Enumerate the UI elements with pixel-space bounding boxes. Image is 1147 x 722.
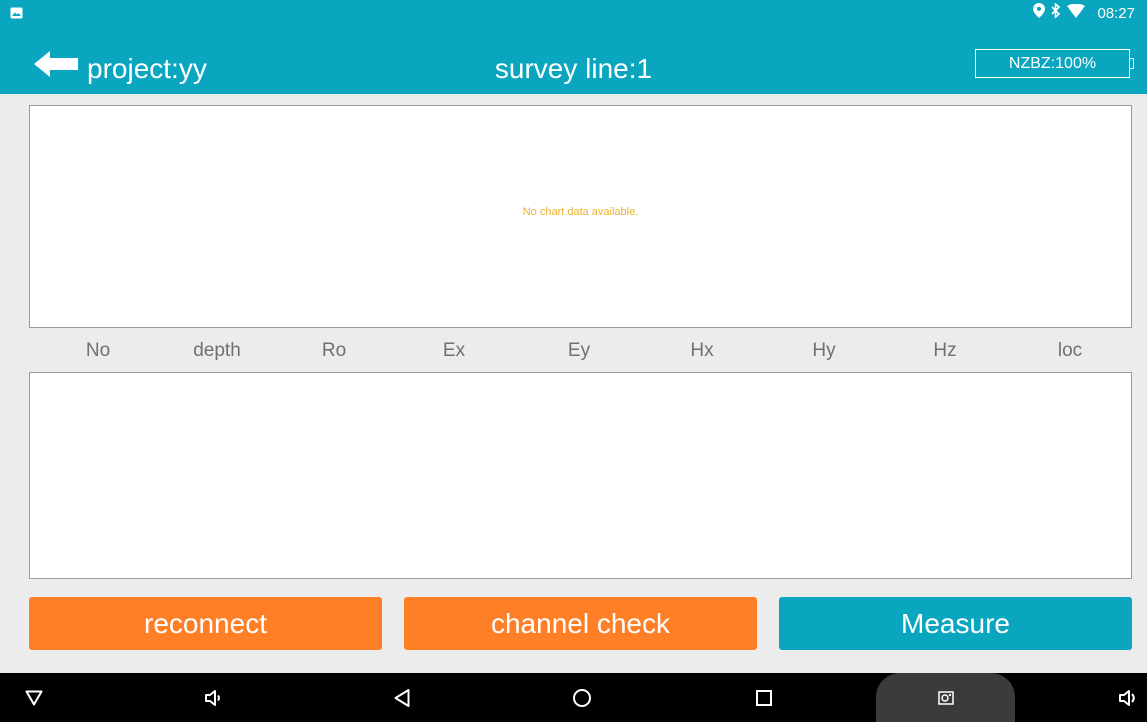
column-header-ey: Ey (567, 340, 591, 361)
volume-down-icon[interactable] (197, 673, 229, 722)
column-header-loc: loc (1057, 340, 1083, 361)
volume-up-icon[interactable] (1112, 673, 1144, 722)
bluetooth-icon (1051, 2, 1067, 23)
home-icon[interactable] (566, 673, 598, 722)
column-header-hx: Hx (690, 340, 714, 361)
measure-button[interactable]: Measure (779, 597, 1132, 650)
device-battery-indicator: NZBZ:100% (975, 49, 1134, 80)
column-header-no: No (85, 340, 111, 361)
column-header-ro: Ro (321, 340, 347, 361)
recents-icon[interactable] (748, 673, 780, 722)
channel-check-label: channel check (490, 607, 670, 639)
column-header-depth: depth (193, 340, 241, 361)
navigation-bar (0, 673, 1147, 722)
column-header-ex: Ex (442, 340, 466, 361)
chart-panel: No chart data available. (29, 105, 1132, 328)
reconnect-label: reconnect (144, 607, 267, 639)
battery-body: NZBZ:100% (975, 49, 1130, 78)
measure-label: Measure (901, 607, 1010, 639)
back-icon[interactable] (386, 673, 418, 722)
reconnect-button[interactable]: reconnect (29, 597, 382, 650)
screenshot-icon[interactable] (930, 673, 962, 722)
location-icon (1033, 3, 1051, 23)
data-list[interactable] (29, 372, 1132, 579)
app-bar: project:yy survey line:1 NZBZ:100% (0, 26, 1147, 94)
chart-empty-message: No chart data available. (522, 206, 639, 218)
status-icons: 08:27 (1033, 0, 1135, 26)
battery-tip (1130, 58, 1134, 69)
column-header-hz: Hz (933, 340, 957, 361)
hide-nav-icon[interactable] (18, 673, 50, 722)
column-header-hy: Hy (812, 340, 836, 361)
channel-check-button[interactable]: channel check (404, 597, 757, 650)
status-bar: 08:27 (0, 0, 1147, 26)
clock: 08:27 (1097, 4, 1135, 22)
gallery-icon (10, 6, 23, 24)
table-header: No depth Ro Ex Ey Hx Hy Hz loc (29, 340, 1132, 366)
wifi-icon (1067, 3, 1091, 23)
battery-label: NZBZ:100% (1008, 54, 1097, 72)
